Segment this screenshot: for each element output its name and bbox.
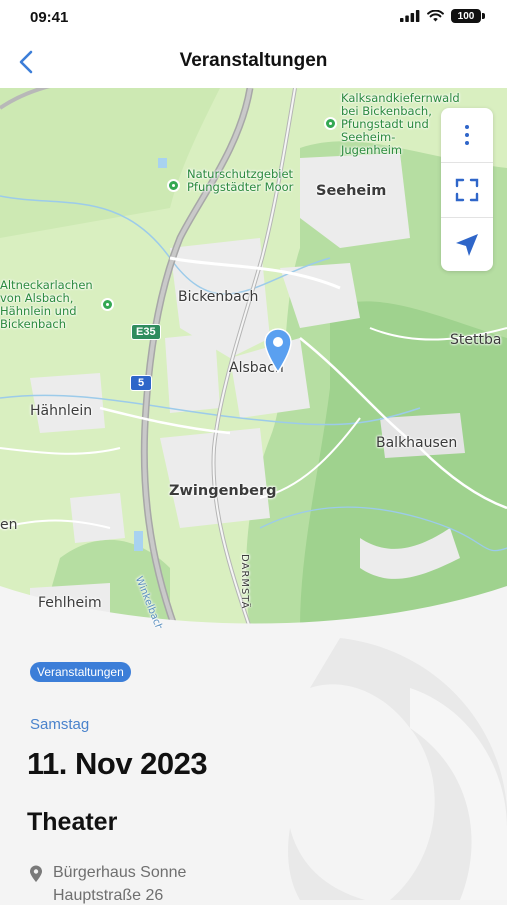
event-weekday: Samstag bbox=[30, 716, 90, 733]
map-label-pfungstaedter-moor: Naturschutzgebiet Pfungstädter Moor bbox=[187, 167, 294, 194]
battery-icon: 100 bbox=[451, 9, 485, 23]
battery-level: 100 bbox=[451, 9, 481, 23]
nature-reserve-icon bbox=[167, 179, 180, 192]
map-label-fehlheim: Fehlheim bbox=[38, 595, 102, 611]
map-label-zwingenberg: Zwingenberg bbox=[169, 483, 277, 499]
more-vertical-icon bbox=[465, 125, 469, 145]
location-name: Bürgerhaus Sonne bbox=[53, 864, 187, 881]
map-more-button[interactable] bbox=[441, 108, 493, 163]
status-bar: 09:41 100 bbox=[0, 0, 507, 36]
map-label-left-edge: en bbox=[0, 517, 18, 533]
event-date: 11. Nov 2023 bbox=[27, 746, 208, 781]
event-details: Veranstaltungen Samstag 11. Nov 2023 The… bbox=[0, 628, 507, 904]
map-label-kalksand: Kalksandkiefernwald bei Bickenbach, Pfun… bbox=[341, 91, 460, 157]
fullscreen-icon bbox=[455, 178, 479, 202]
navigation-arrow-icon bbox=[456, 234, 478, 256]
status-icons: 100 bbox=[400, 9, 485, 23]
map-view[interactable]: Kalksandkiefernwald bei Bickenbach, Pfun… bbox=[0, 88, 507, 628]
location-icon bbox=[30, 865, 42, 882]
status-time: 09:41 bbox=[30, 9, 69, 26]
map-label-balkhausen: Balkhausen bbox=[376, 435, 458, 451]
navigation-bar: Veranstaltungen bbox=[0, 36, 507, 88]
watermark-logo bbox=[288, 638, 507, 900]
map-label-stettbach: Stettba bbox=[450, 332, 502, 348]
location-street: Hauptstraße 26 bbox=[53, 887, 164, 904]
road-badge-e35: E35 bbox=[131, 324, 161, 340]
map-label-seeheim: Seeheim bbox=[316, 183, 387, 199]
page-title: Veranstaltungen bbox=[179, 50, 328, 71]
map-label-bickenbach: Bickenbach bbox=[178, 289, 259, 305]
wifi-icon bbox=[427, 10, 444, 22]
map-controls bbox=[441, 108, 493, 271]
event-title: Theater bbox=[27, 808, 118, 836]
map-label-haehnlein: Hähnlein bbox=[30, 403, 93, 419]
nature-reserve-icon bbox=[324, 117, 337, 130]
location-pin-icon[interactable] bbox=[263, 327, 293, 373]
road-badge-a5: 5 bbox=[130, 375, 153, 391]
signal-icon bbox=[400, 10, 420, 22]
nature-reserve-icon bbox=[101, 298, 114, 311]
map-fullscreen-button[interactable] bbox=[441, 163, 493, 218]
map-locate-button[interactable] bbox=[441, 218, 493, 272]
map-label-darmstadt-road: DARMSTÄ bbox=[239, 554, 250, 610]
category-badge[interactable]: Veranstaltungen bbox=[30, 662, 131, 682]
map-label-altneckarlachen: Altneckarlachen von Alsbach, Hähnlein un… bbox=[0, 278, 93, 331]
